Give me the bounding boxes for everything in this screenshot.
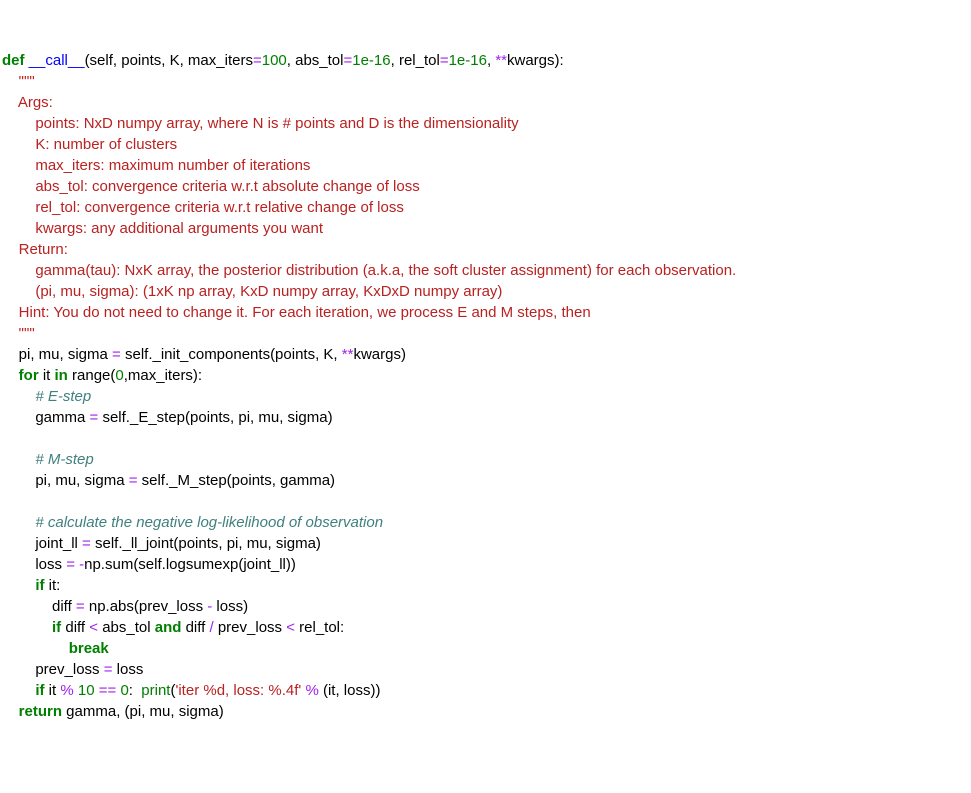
code-text: loss [112,661,143,678]
kw-return: return [19,703,62,720]
sig-part: (self, points, K, max_iters [85,52,253,69]
code-text: self._E_step(points, pi, mu, sigma) [98,409,332,426]
num: 100 [262,52,287,69]
code-text: prev_loss [214,619,287,636]
kw-if: if [52,619,61,636]
op-eq: = [66,556,75,573]
op-eqeq: == [99,682,117,699]
op-lt: < [286,619,295,636]
doc-line: gamma(tau): NxK array, the posterior dis… [2,262,736,279]
code-text: np.sum(self.logsumexp(joint_ll)) [84,556,296,573]
op-eq: = [440,52,449,69]
code-text: np.abs(prev_loss [85,598,208,615]
op-eq: = [76,598,85,615]
indent [2,640,69,657]
op-star: ** [495,52,507,69]
op-eq: = [82,535,91,552]
builtin-print: print [141,682,170,699]
docstring-quote: """ [2,325,35,342]
op-eq: = [90,409,99,426]
code-text: pi, mu, sigma [2,346,112,363]
code-text: it [45,682,61,699]
kw-in: in [55,367,68,384]
op-eq: = [112,346,121,363]
sig-part: , rel_tol [391,52,440,69]
sig-part: kwargs): [507,52,564,69]
code-text: kwargs) [353,346,406,363]
code-text: self._M_step(points, gamma) [137,472,335,489]
code-text: self._ll_joint(points, pi, mu, sigma) [91,535,321,552]
code-text: : [129,682,142,699]
sig-part: , abs_tol [287,52,344,69]
comment-estep: # E-step [2,388,91,405]
code-text: gamma [2,409,90,426]
indent [2,577,35,594]
kw-and: and [155,619,182,636]
code-text: it [39,367,55,384]
doc-args: Args: [2,94,53,111]
doc-line: kwargs: any additional arguments you wan… [2,220,323,237]
code-text: diff [181,619,209,636]
op-mod: % [60,682,73,699]
code-text: it: [45,577,61,594]
code-text: diff [2,598,76,615]
op-star: ** [342,346,354,363]
doc-line: max_iters: maximum number of iterations [2,157,310,174]
docstring-quote: """ [2,73,35,90]
code-text: joint_ll [2,535,82,552]
indent [2,682,35,699]
code-text: prev_loss [2,661,104,678]
op-lt: < [89,619,98,636]
kw-def: def [2,52,25,69]
code-text: self._init_components(points, K, [121,346,342,363]
code-text: loss [2,556,66,573]
num: 0 [120,682,128,699]
doc-line: K: number of clusters [2,136,177,153]
indent [2,367,19,384]
code-text: ,max_iters): [124,367,202,384]
comment-mstep: # M-step [2,451,94,468]
kw-for: for [19,367,39,384]
doc-hint: Hint: You do not need to change it. For … [2,304,595,321]
func-name: __call__ [29,52,85,69]
op-eq: = [253,52,262,69]
num: 0 [115,367,123,384]
doc-return: Return: [2,241,68,258]
kw-break: break [69,640,109,657]
doc-line: (pi, mu, sigma): (1xK np array, KxD nump… [2,283,502,300]
kw-if: if [35,577,44,594]
builtin-range: range [72,367,110,384]
string-literal: 'iter %d, loss: %.4f' [175,682,301,699]
indent [2,619,52,636]
doc-line: rel_tol: convergence criteria w.r.t rela… [2,199,404,216]
code-text: pi, mu, sigma [2,472,129,489]
op-eq: = [343,52,352,69]
kw-if: if [35,682,44,699]
doc-line: abs_tol: convergence criteria w.r.t abso… [2,178,420,195]
code-text: loss) [212,598,248,615]
code-text: diff [61,619,89,636]
code-block: def __call__(self, points, K, max_iters=… [2,50,969,722]
indent [2,703,19,720]
code-text: (it, loss)) [319,682,381,699]
doc-line: points: NxD numpy array, where N is # po… [2,115,519,132]
comment-nll: # calculate the negative log-likelihood … [2,514,383,531]
num: 1e-16 [449,52,487,69]
code-text: abs_tol [98,619,155,636]
code-text: gamma, (pi, mu, sigma) [62,703,224,720]
num: 10 [78,682,95,699]
op-mod: % [305,682,318,699]
code-text: rel_tol: [295,619,344,636]
num: 1e-16 [352,52,390,69]
